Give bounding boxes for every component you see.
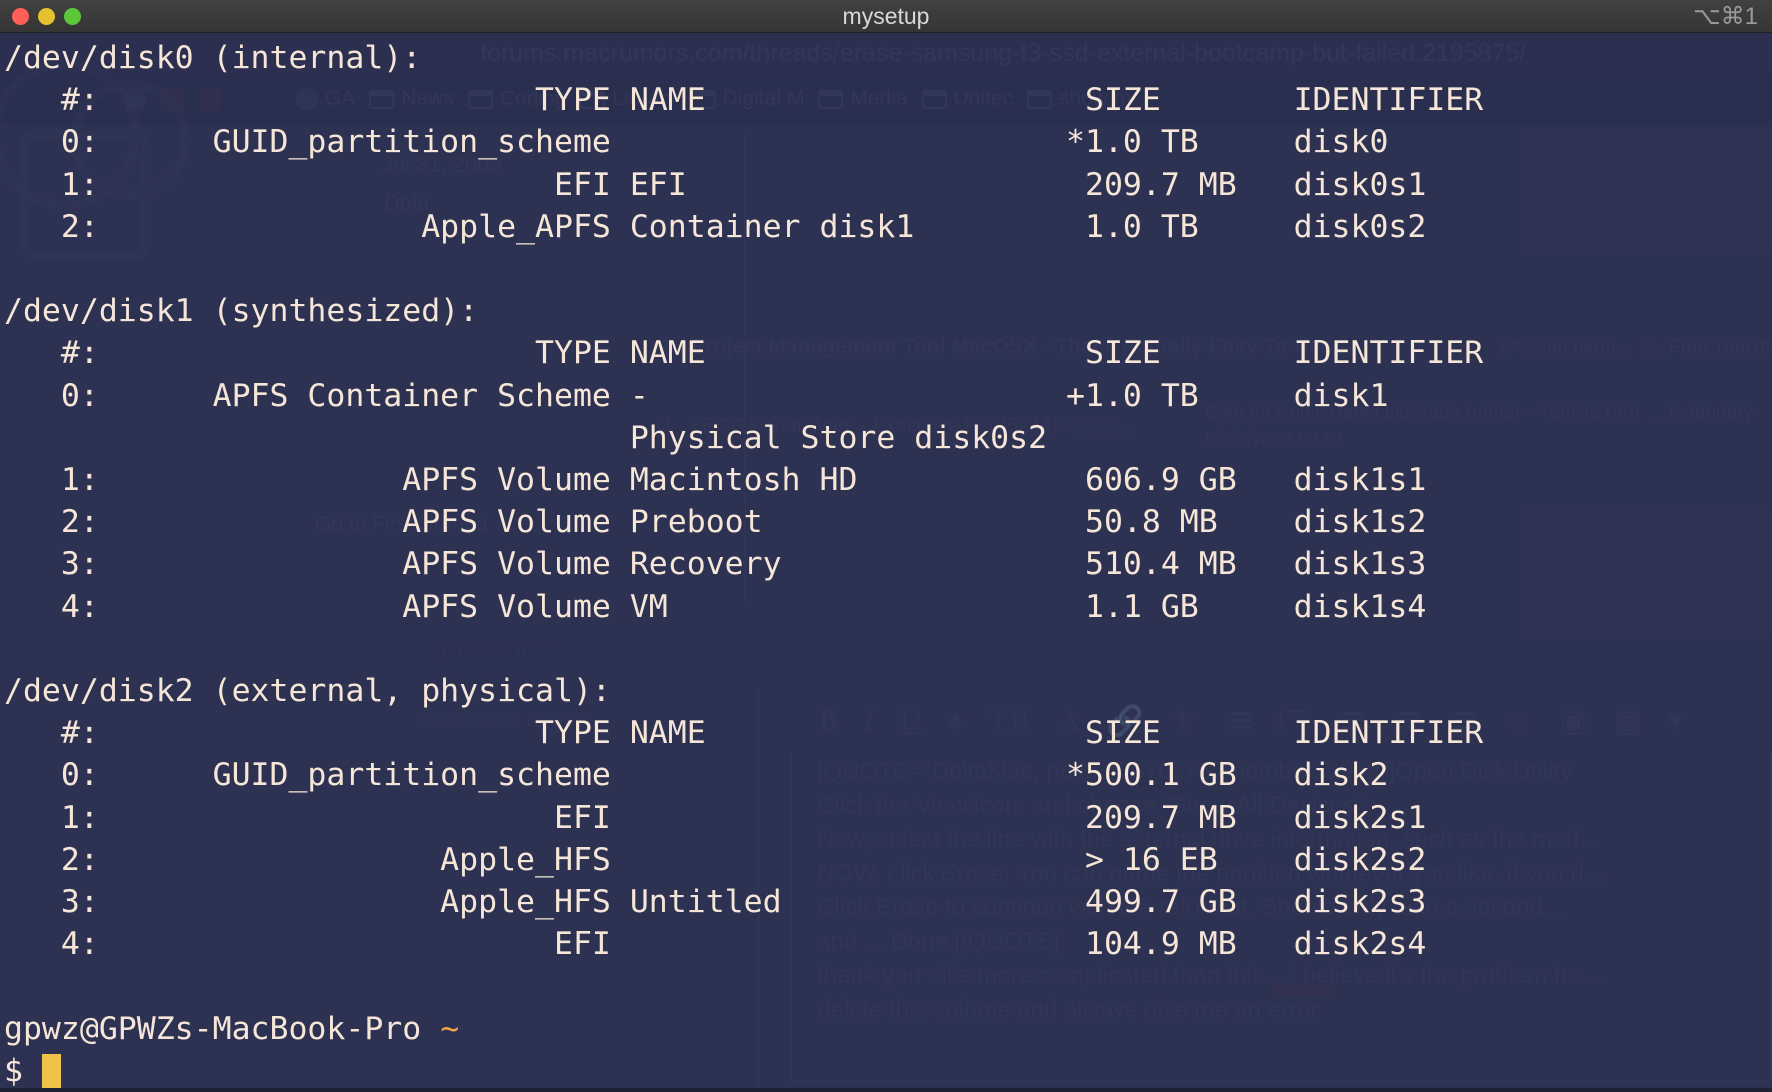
- terminal-output: /dev/disk0 (internal): #: TYPE NAME SIZE…: [4, 37, 1772, 1008]
- terminal-line: 0: APFS Container Scheme - +1.0 TB disk1: [4, 375, 1772, 417]
- terminal-line: 1: APFS Volume Macintosh HD 606.9 GB dis…: [4, 459, 1772, 501]
- window-title: mysetup: [0, 3, 1772, 30]
- terminal-line: [4, 248, 1772, 290]
- terminal-line: 0: GUID_partition_scheme *500.1 GB disk2: [4, 754, 1772, 796]
- terminal-line: /dev/disk0 (internal):: [4, 37, 1772, 79]
- prompt-userhost: gpwz@GPWZs-MacBook-Pro: [4, 1011, 421, 1047]
- text-cursor: [42, 1054, 61, 1088]
- terminal-window[interactable]: mysetup ⌥⌘1 /dev/disk0 (internal): #: TY…: [0, 0, 1772, 1088]
- terminal-line: 3: APFS Volume Recovery 510.4 MB disk1s3: [4, 543, 1772, 585]
- prompt-path: ~: [440, 1011, 459, 1047]
- terminal-line: 3: Apple_HFS Untitled 499.7 GB disk2s3: [4, 881, 1772, 923]
- terminal-input-line[interactable]: $: [4, 1050, 1772, 1092]
- terminal-line: /dev/disk2 (external, physical):: [4, 670, 1772, 712]
- terminal-line: 0: GUID_partition_scheme *1.0 TB disk0: [4, 121, 1772, 163]
- terminal-line: #: TYPE NAME SIZE IDENTIFIER: [4, 79, 1772, 121]
- terminal-line: 4: APFS Volume VM 1.1 GB disk1s4: [4, 586, 1772, 628]
- window-shortcut-hint: ⌥⌘1: [1693, 2, 1758, 31]
- terminal-line: 2: APFS Volume Preboot 50.8 MB disk1s2: [4, 501, 1772, 543]
- terminal-line: /dev/disk1 (synthesized):: [4, 290, 1772, 332]
- terminal-line: [4, 628, 1772, 670]
- terminal-line: #: TYPE NAME SIZE IDENTIFIER: [4, 332, 1772, 374]
- terminal-line: [4, 965, 1772, 1007]
- terminal-prompt-line: gpwz@GPWZs-MacBook-Pro ~: [4, 1008, 1772, 1050]
- terminal-line: 1: EFI EFI 209.7 MB disk0s1: [4, 164, 1772, 206]
- terminal-screen[interactable]: /dev/disk0 (internal): #: TYPE NAME SIZE…: [0, 33, 1772, 1088]
- terminal-line: 4: EFI 104.9 MB disk2s4: [4, 923, 1772, 965]
- terminal-line: #: TYPE NAME SIZE IDENTIFIER: [4, 712, 1772, 754]
- terminal-line: 2: Apple_APFS Container disk1 1.0 TB dis…: [4, 206, 1772, 248]
- terminal-line: 1: EFI 209.7 MB disk2s1: [4, 797, 1772, 839]
- prompt-symbol: $: [4, 1053, 23, 1089]
- terminal-line: Physical Store disk0s2: [4, 417, 1772, 459]
- terminal-titlebar[interactable]: mysetup ⌥⌘1: [0, 0, 1772, 33]
- terminal-line: 2: Apple_HFS > 16 EB disk2s2: [4, 839, 1772, 881]
